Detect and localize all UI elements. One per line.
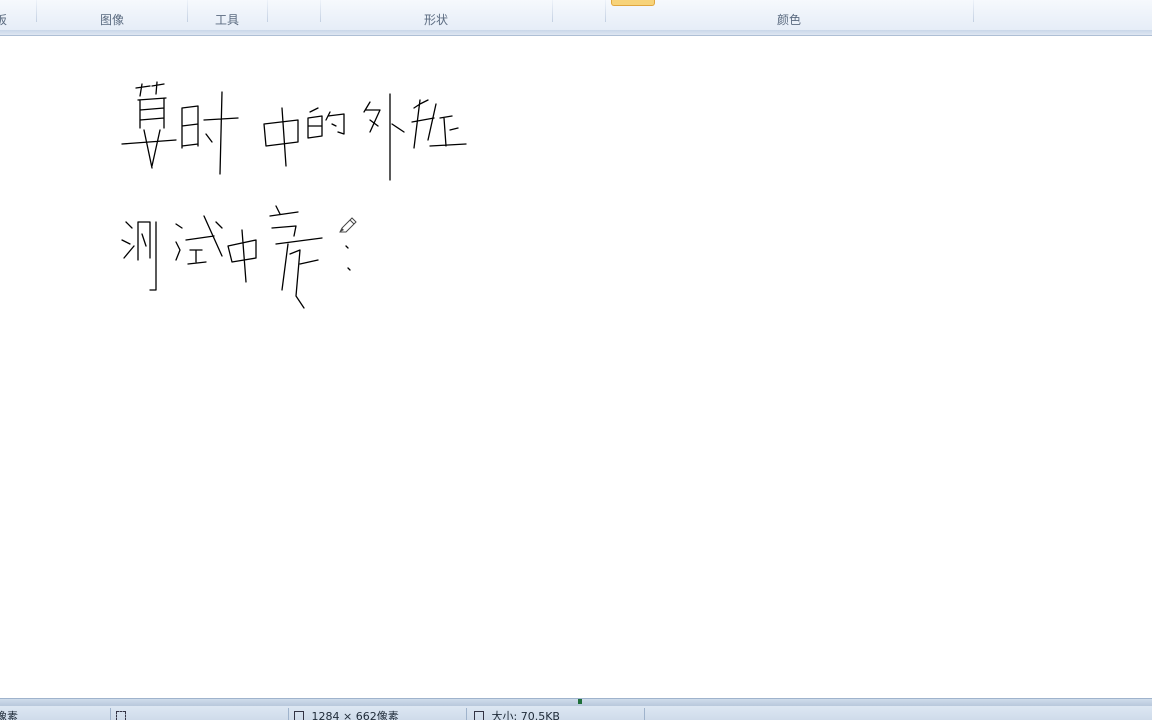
status-cursor-position: 像素 [0,706,106,720]
status-divider [288,708,289,720]
selection-icon [116,711,126,720]
ribbon-group-image-label: 图像 [100,13,125,27]
handwriting-line-1 [121,81,467,181]
status-file-size: 大小: 70.5KB [474,706,642,720]
ribbon-divider [605,0,606,22]
status-divider [644,708,645,720]
handwriting-line-2 [121,205,351,309]
ribbon-divider [267,0,268,22]
status-selection-size [116,706,286,720]
drawing-canvas[interactable] [0,36,1152,698]
canvas-bottom-border [0,698,1152,706]
status-divider [466,708,467,720]
ribbon-group-clipboard-label: 板 [0,13,8,27]
status-image-dimensions: 1284 × 662像素 [294,706,464,720]
ribbon-divider [973,0,974,22]
ribbon-group-colors-label: 颜色 [777,13,802,27]
disk-icon [474,711,484,720]
ribbon: 板 图像 工具 形状 颜色 [0,0,1152,31]
selected-color-indicator[interactable] [611,0,655,6]
canvas-resize-handle[interactable] [578,699,582,704]
status-bar: 像素 1284 × 662像素 大小: 70.5KB [0,706,1152,720]
ribbon-group-shapes-label: 形状 [424,13,449,27]
image-dimensions-text: 1284 × 662像素 [311,710,399,720]
status-divider [110,708,111,720]
image-size-icon [294,711,304,720]
ribbon-divider [552,0,553,22]
ribbon-divider [320,0,321,22]
file-size-text: 大小: 70.5KB [491,710,560,720]
ribbon-divider [187,0,188,22]
handwriting-strokes [121,81,467,309]
pencil-icon [339,217,357,233]
ribbon-divider [36,0,37,22]
cursor-position-text: 像素 [0,710,18,720]
ribbon-group-tools-label: 工具 [215,13,240,27]
